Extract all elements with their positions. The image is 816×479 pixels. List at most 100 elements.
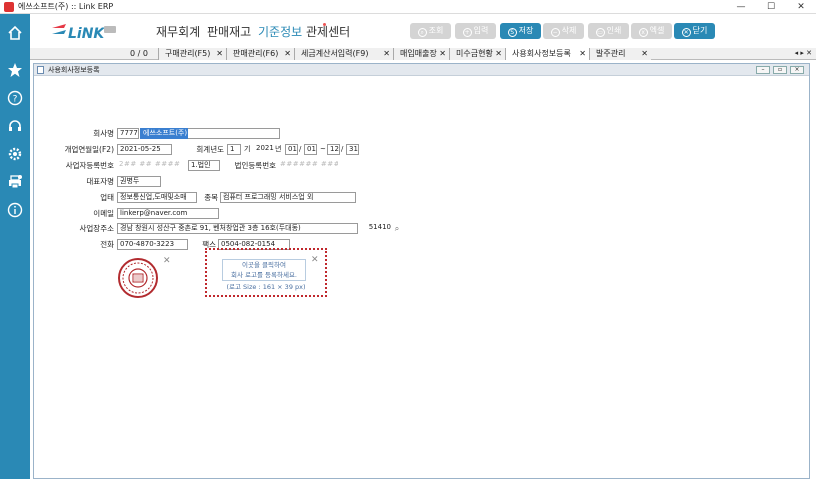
plus-icon: + [462,28,472,37]
business-number-field[interactable]: 2## ## #### [117,160,187,171]
printer-icon[interactable] [7,174,23,190]
minimize-button[interactable]: — [726,0,756,14]
close-tab-icon[interactable]: ✕ [284,48,291,59]
email-label: 이메일 [93,209,114,218]
tab-receivables[interactable]: 미수금현황 ✕ [449,48,505,60]
business-type-select[interactable]: 1.법인 [188,160,220,171]
window-titlebar: 에쓰소프트(주) :: Link ERP — ☐ ✕ [0,0,816,14]
close-tab-icon[interactable]: ✕ [216,48,223,59]
remove-logo-icon[interactable]: ✕ [311,256,319,265]
ceo-field[interactable]: 권병두 [117,176,161,187]
business-item-field[interactable]: 컴퓨터 프로그래밍 서비스업 외 [220,192,356,203]
print-button[interactable]: ▭ 인쇄 [588,23,629,39]
tab-sales[interactable]: 판매관리(F6) ✕ [226,48,294,60]
year-suffix: 년 [275,145,282,153]
maximize-button[interactable]: ☐ [756,0,786,14]
address-field[interactable]: 경남 창원시 성산구 중촌로 91, 벤처창업관 3층 16호(두대동) [117,223,358,234]
info-icon[interactable] [7,202,23,218]
fiscal-end-month-field[interactable]: 12 [327,144,340,155]
open-date-label: 개업연월일(F2) [64,145,114,154]
minus-icon: − [550,28,560,37]
excel-button[interactable]: x 엑셀 [631,23,672,39]
star-icon[interactable] [7,62,23,78]
zip-code-field[interactable]: 51410 [359,223,391,234]
address-search-icon[interactable]: ⌕ [391,223,403,234]
tab-scroll-controls[interactable]: ◂ ▸ ✕ [795,48,812,59]
svg-text:?: ? [13,95,18,105]
fiscal-start-day-field[interactable]: 01 [304,144,317,155]
company-name-field[interactable]: 에쓰소프트(주) [140,128,188,139]
close-tab-icon[interactable]: ✕ [641,48,648,59]
tab-purchase-sales-ledger[interactable]: 매입매출장 ✕ [393,48,449,60]
insert-button-label: 입력 [473,26,489,35]
print-button-label: 인쇄 [606,26,622,35]
tab-purchase-label: 구매관리(F5) [165,49,211,58]
tab-receivables-label: 미수금현황 [456,49,493,58]
subwindow-minimize-button[interactable]: – [756,66,770,74]
tab-sales-label: 판매관리(F6) [233,49,279,58]
date-separator: / [299,145,302,153]
company-code-field[interactable]: 7777 [117,128,139,139]
business-category-label: 업태 [100,193,114,202]
remove-seal-icon[interactable]: ✕ [163,257,171,266]
date-separator: / [341,145,344,153]
business-number-label: 사업자등록번호 [65,161,114,170]
company-name-field-extent[interactable] [188,128,280,139]
tab-bar: 0 / 0 구매관리(F5) ✕ 판매관리(F6) ✕ 세금계산서입력(F9) ✕ 매… [30,48,816,60]
excel-icon: x [638,28,648,37]
logo-upload-prompt[interactable]: 이곳을 클릭하여 회사 로고를 등록하세요. [222,259,306,281]
subwindow-restore-button[interactable]: ▫ [773,66,787,74]
tab-purchase[interactable]: 구매관리(F5) ✕ [158,48,226,60]
close-tab-icon[interactable]: ✕ [383,48,390,59]
menu-master-data[interactable]: 기준정보 [258,24,302,40]
fiscal-end-day-field[interactable]: 31 [346,144,359,155]
home-icon[interactable] [7,25,23,41]
open-date-field[interactable]: 2021-05-25 [117,144,172,155]
document-icon [37,66,44,74]
close-window-button[interactable]: ✕ [786,0,816,14]
support-icon[interactable] [7,118,23,134]
close-tab-icon[interactable]: ✕ [579,48,586,59]
link-erp-logo: LiNK [50,20,120,44]
app-icon [4,2,14,12]
company-name-label: 회사명 [93,129,114,138]
logo-size-hint: (로고 Size : 161 × 39 px) [226,283,306,291]
tab-tax-invoice[interactable]: 세금계산서입력(F9) ✕ [294,48,393,60]
close-tab-icon[interactable]: ✕ [439,48,446,59]
company-seal-image[interactable] [117,257,159,299]
close-icon: ✕ [681,28,691,37]
close-screen-button[interactable]: ✕ 닫기 [674,23,715,39]
fiscal-year-label: 회계년도 [196,145,224,154]
menu-sales-inventory[interactable]: 판매재고 [207,24,251,40]
sidebar: ? [0,14,30,479]
menu-finance[interactable]: 재무회계 [156,24,200,40]
subwindow-close-button[interactable]: × [790,66,804,74]
phone-label: 전화 [100,240,114,249]
save-button[interactable]: S 저장 [500,23,541,39]
tab-order-label: 발주관리 [596,49,626,58]
fiscal-start-month-field[interactable]: 01 [285,144,298,155]
corporate-number-field[interactable]: ###### ####### [278,160,338,171]
business-category-field[interactable]: 정보통신업,도매및소매 [117,192,197,203]
delete-button[interactable]: − 삭제 [543,23,584,39]
svg-text:LiNK: LiNK [68,26,105,42]
tab-company-info[interactable]: 사용회사정보등록 ✕ [505,48,589,60]
fiscal-period-field[interactable]: 1 [227,144,241,155]
corporate-number-label: 법인등록번호 [234,161,276,170]
email-field[interactable]: linkerp@naver.com [117,208,219,219]
close-tab-icon[interactable]: ✕ [495,48,502,59]
business-item-label: 종목 [204,193,218,202]
search-button[interactable]: ⌕ 조회 [410,23,451,39]
insert-button[interactable]: + 입력 [455,23,496,39]
range-separator: ~ [320,145,326,153]
tab-order-management[interactable]: 발주관리 ✕ [589,48,651,60]
settings-icon[interactable] [7,146,23,162]
logo-prompt-line1: 이곳을 클릭하여 [242,261,286,269]
help-icon[interactable]: ? [7,90,23,106]
phone-field[interactable]: 070-4870-3223 [117,239,188,250]
logo-upload-area[interactable]: 이곳을 클릭하여 회사 로고를 등록하세요. ✕ (로고 Size : 161 … [205,248,327,297]
fiscal-year-field[interactable]: 2021 [254,144,274,155]
menu-control-center[interactable]: 관제센터 [306,24,350,40]
print-icon: ▭ [595,28,605,37]
ceo-label: 대표자명 [86,177,114,186]
